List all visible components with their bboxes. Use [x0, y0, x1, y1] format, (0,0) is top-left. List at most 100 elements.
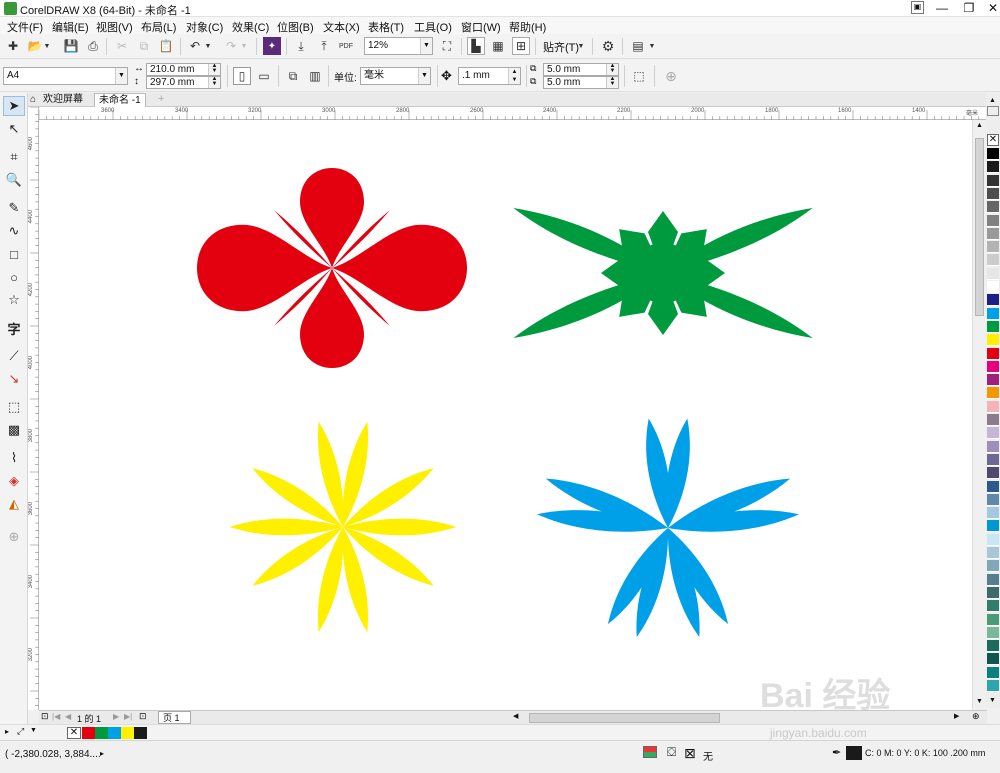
palette-color-swatch[interactable]	[987, 440, 999, 453]
doc-palette-swatch[interactable]	[95, 727, 108, 739]
add-property-icon[interactable]: ⊕	[662, 67, 680, 85]
palette-color-swatch[interactable]	[987, 427, 999, 440]
palette-color-swatch[interactable]	[987, 600, 999, 613]
hscroll-right-icon[interactable]: ▶	[954, 712, 959, 720]
freehand-tool-icon[interactable]: ✎	[3, 198, 25, 218]
palette-color-swatch[interactable]	[987, 374, 999, 387]
crop-tool-icon[interactable]: ⌗	[3, 147, 25, 167]
nudge-spinner[interactable]: ▲ ▼	[508, 68, 520, 84]
application-launcher-icon[interactable]: ▤	[629, 37, 647, 55]
first-page-icon[interactable]: |◀	[52, 712, 60, 721]
palette-color-swatch[interactable]	[987, 148, 999, 160]
duplicate-y-spinner[interactable]: ▲ ▼	[606, 77, 618, 88]
palette-scroll-up-icon[interactable]: ▲	[989, 97, 996, 104]
palette-color-swatch[interactable]	[987, 613, 999, 626]
scroll-up-icon[interactable]: ▲	[976, 122, 983, 129]
menu-effects[interactable]: 效果(C)	[232, 19, 269, 35]
page-options-icon[interactable]: ⊡	[41, 711, 49, 722]
doc-palette-options-icon[interactable]: ▸	[5, 727, 9, 736]
palette-color-swatch[interactable]	[987, 334, 999, 347]
zoom-navigator-icon[interactable]: ⊕	[972, 711, 980, 722]
palette-color-swatch[interactable]	[987, 573, 999, 586]
landscape-icon[interactable]: ▭	[255, 67, 273, 85]
no-color-swatch[interactable]: ✕	[987, 134, 999, 146]
current-page-icon[interactable]: ▥	[306, 67, 324, 85]
yellow-flower-shape[interactable]	[229, 419, 457, 635]
copy-icon[interactable]: ⧉	[135, 37, 153, 55]
menu-file[interactable]: 文件(F)	[7, 19, 43, 35]
menu-help[interactable]: 帮助(H)	[509, 19, 546, 35]
palette-color-swatch[interactable]	[987, 666, 999, 679]
palette-color-swatch[interactable]	[987, 480, 999, 493]
status-expand-icon[interactable]: ▸	[100, 749, 104, 758]
doc-palette-swatch[interactable]	[134, 727, 147, 739]
palette-color-swatch[interactable]	[987, 174, 999, 187]
palette-color-swatch[interactable]	[987, 347, 999, 360]
next-page-icon[interactable]: ▶	[113, 712, 119, 721]
palette-color-swatch[interactable]	[987, 560, 999, 573]
treat-as-filled-icon[interactable]: ⬚	[630, 67, 648, 85]
palette-color-swatch[interactable]	[987, 267, 999, 280]
menu-bitmaps[interactable]: 位图(B)	[277, 19, 314, 35]
palette-color-swatch[interactable]	[987, 414, 999, 426]
palette-scroll-down-icon[interactable]: ▼	[989, 697, 996, 704]
palette-color-swatch[interactable]	[987, 294, 999, 307]
horizontal-scroll-thumb[interactable]	[529, 713, 720, 723]
palette-color-swatch[interactable]	[987, 547, 999, 559]
page-width-spinner[interactable]: ▲ ▼	[208, 64, 220, 75]
duplicate-distance-y-field[interactable]: 5.0 mm ▲ ▼	[543, 76, 619, 89]
transparency-tool-icon[interactable]: ▩	[3, 420, 25, 440]
menu-edit[interactable]: 编辑(E)	[52, 19, 89, 35]
palette-color-swatch[interactable]	[987, 507, 999, 520]
drawing-canvas[interactable]	[39, 120, 972, 710]
add-tab-icon[interactable]: +	[158, 93, 164, 105]
menu-text[interactable]: 文本(X)	[323, 19, 360, 35]
text-tool-icon[interactable]: 字	[3, 318, 25, 338]
hscroll-left-icon[interactable]: ◀	[513, 712, 518, 720]
publish-pdf-icon[interactable]: PDF	[337, 37, 355, 55]
pick-tool-icon[interactable]: ➤	[3, 96, 25, 116]
search-content-icon[interactable]: ✦	[263, 37, 281, 55]
polygon-tool-icon[interactable]: ☆	[3, 290, 25, 310]
doc-palette-swatch[interactable]	[108, 727, 121, 739]
menu-view[interactable]: 视图(V)	[96, 19, 133, 35]
palette-color-swatch[interactable]	[987, 254, 999, 267]
duplicate-distance-x-field[interactable]: 5.0 mm ▲ ▼	[543, 63, 619, 76]
show-guidelines-icon[interactable]: ⊞	[512, 37, 530, 55]
no-fill-icon[interactable]: ⊠	[684, 745, 696, 762]
units-select[interactable]: 毫米 ▼	[360, 67, 431, 85]
account-icon[interactable]: ▣	[911, 1, 924, 14]
doc-palette-swatch[interactable]	[121, 727, 134, 739]
palette-scroll-options-icon[interactable]	[987, 106, 999, 116]
redo-icon[interactable]: ↷	[222, 37, 240, 55]
menu-layout[interactable]: 布局(L)	[141, 19, 176, 35]
outline-color-swatch[interactable]	[846, 746, 862, 760]
menu-object[interactable]: 对象(C)	[186, 19, 223, 35]
undo-dropdown-icon[interactable]: ▼	[203, 37, 213, 55]
doc-palette-eyedropper-icon[interactable]: ⤢	[17, 726, 24, 737]
duplicate-x-spinner[interactable]: ▲ ▼	[606, 64, 618, 75]
menu-tools[interactable]: 工具(O)	[414, 19, 452, 35]
zoom-tool-icon[interactable]: 🔍	[3, 170, 25, 190]
palette-color-swatch[interactable]	[987, 626, 999, 639]
palette-color-swatch[interactable]	[987, 281, 999, 293]
tab-welcome-screen[interactable]: 欢迎屏幕	[39, 93, 87, 107]
all-pages-icon[interactable]: ⧉	[284, 67, 302, 85]
add-tool-icon[interactable]: ⊕	[3, 527, 25, 547]
smart-fill-tool-icon[interactable]: ◭	[3, 494, 25, 514]
export-icon[interactable]: ⤒	[315, 37, 333, 55]
palette-color-swatch[interactable]	[987, 653, 999, 666]
last-page-icon[interactable]: ▶|	[124, 712, 132, 721]
page-size-select[interactable]: A4 ▼	[3, 67, 128, 85]
save-icon[interactable]: 💾	[62, 37, 80, 55]
page-height-spinner[interactable]: ▲ ▼	[208, 77, 220, 88]
doc-no-color-swatch[interactable]: ✕	[67, 727, 81, 739]
palette-color-swatch[interactable]	[987, 360, 999, 373]
previous-page-icon[interactable]: ◀	[65, 712, 71, 721]
nudge-distance-field[interactable]: .1 mm ▲ ▼	[458, 67, 521, 85]
palette-color-swatch[interactable]	[987, 453, 999, 466]
redo-dropdown-icon[interactable]: ▼	[239, 37, 249, 55]
vertical-scrollbar[interactable]: ▲ ▼	[972, 120, 986, 710]
open-dropdown-icon[interactable]: ▼	[42, 37, 52, 55]
zoom-dropdown-icon[interactable]: ▼	[420, 38, 432, 54]
